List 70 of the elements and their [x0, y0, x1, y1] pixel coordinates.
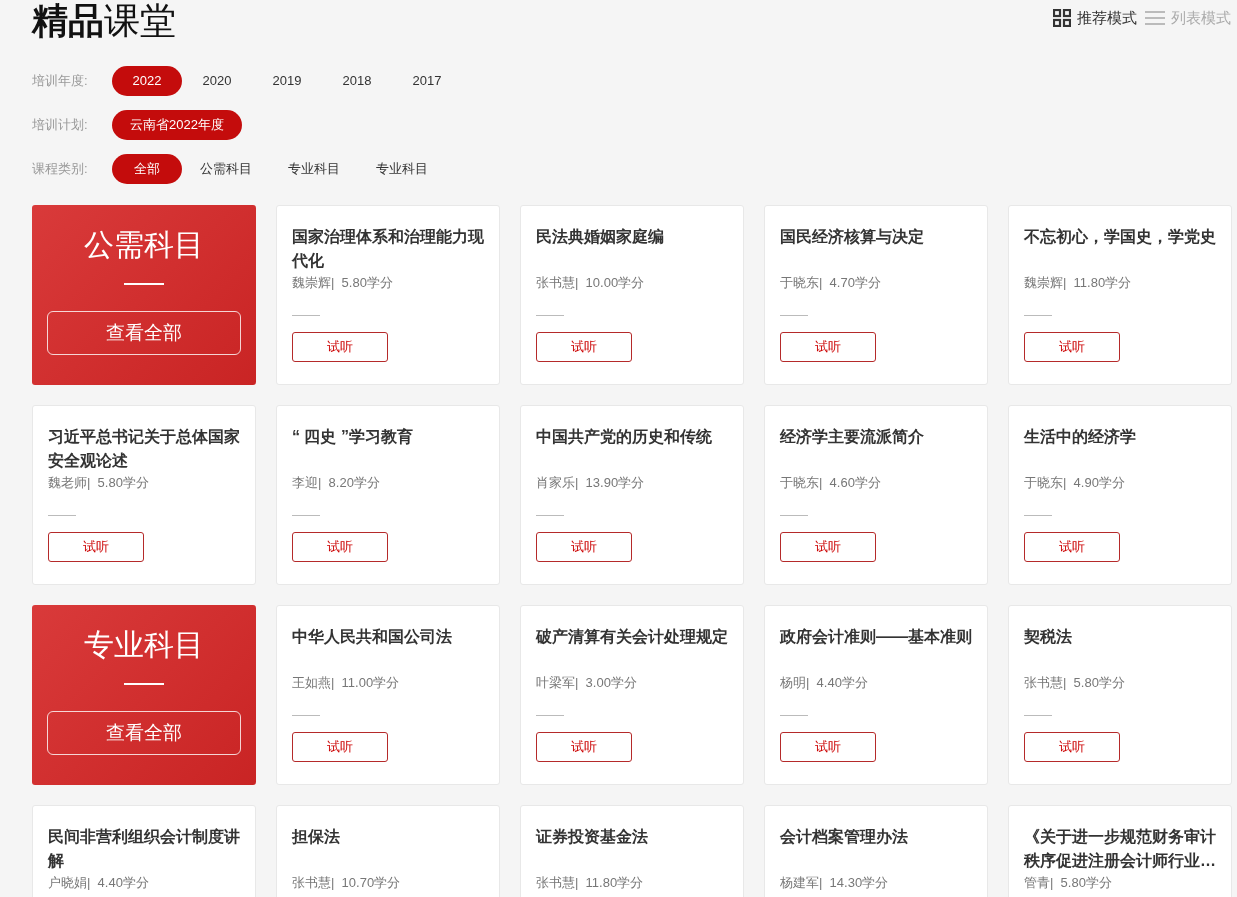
course-title: 习近平总书记关于总体国家安全观论述 — [48, 427, 240, 471]
course-title: 不忘初心，学国史，学党史 — [1024, 227, 1216, 247]
course-title: 中华人民共和国公司法 — [292, 627, 453, 647]
course-meta: 于晓东| 4.60学分 — [780, 475, 882, 491]
course-title: 会计档案管理办法 — [780, 827, 909, 847]
course-meta: 于晓东| 4.70学分 — [780, 275, 882, 291]
filter-label: 培训计划: — [32, 116, 89, 135]
trial-button[interactable]: 试听 — [536, 532, 632, 562]
category-title: 专业科目 — [84, 627, 204, 663]
trial-button[interactable]: 试听 — [780, 732, 876, 762]
course-title: 政府会计准则——基本准则 — [780, 627, 972, 647]
trial-button[interactable]: 试听 — [1024, 732, 1120, 762]
course-meta: 王如燕| 11.00学分 — [292, 675, 401, 691]
trial-button[interactable]: 试听 — [780, 332, 876, 362]
view-all-button[interactable]: 查看全部 — [47, 311, 241, 355]
course-meta: 张书慧| 5.80学分 — [1024, 675, 1126, 691]
filter-label: 培训年度: — [32, 72, 89, 91]
course-meta: 管青| 5.80学分 — [1024, 875, 1113, 891]
trial-button[interactable]: 试听 — [536, 732, 632, 762]
course-meta: 张书慧| 10.00学分 — [536, 275, 646, 291]
course-meta: 魏崇辉| 5.80学分 — [292, 275, 394, 291]
course-meta: 李迎| 8.20学分 — [292, 475, 381, 491]
course-title: 民法典婚姻家庭编 — [536, 227, 665, 247]
view-all-button[interactable]: 查看全部 — [47, 711, 241, 755]
course-title: 《关于进一步规范财务审计秩序促进注册会计师行业… — [1024, 827, 1216, 871]
course-meta: 杨建军| 14.30学分 — [780, 875, 890, 891]
course-meta: 魏崇辉| 11.80学分 — [1024, 275, 1133, 291]
course-meta: 肖家乐| 13.90学分 — [536, 475, 646, 491]
filter-option[interactable]: 全部 — [112, 154, 182, 184]
course-title: 国家治理体系和治理能力现代化 — [292, 227, 484, 271]
filter-option[interactable]: 2017 — [392, 66, 462, 96]
course-meta: 杨明| 4.40学分 — [780, 675, 869, 691]
grid-icon — [1053, 9, 1071, 27]
course-title: 契税法 — [1024, 627, 1073, 647]
course-title: 中国共产党的历史和传统 — [536, 427, 713, 447]
course-meta: 魏老师| 5.80学分 — [48, 475, 150, 491]
course-title: 担保法 — [292, 827, 341, 847]
trial-button[interactable]: 试听 — [292, 532, 388, 562]
trial-button[interactable]: 试听 — [1024, 332, 1120, 362]
list-icon — [1145, 10, 1165, 26]
course-title: 民间非营利组织会计制度讲解 — [48, 827, 240, 871]
filter-option[interactable]: 专业科目 — [270, 154, 358, 184]
trial-button[interactable]: 试听 — [1024, 532, 1120, 562]
trial-button[interactable]: 试听 — [536, 332, 632, 362]
filter-option[interactable]: 2019 — [252, 66, 322, 96]
trial-button[interactable]: 试听 — [48, 532, 144, 562]
page-title: 精品课堂 — [32, 1, 176, 41]
filter-option[interactable]: 公需科目 — [182, 154, 270, 184]
course-title: 证券投资基金法 — [536, 827, 649, 847]
view-mode-toggle[interactable]: 推荐模式 — [1053, 6, 1137, 30]
course-title: 经济学主要流派简介 — [780, 427, 925, 447]
filter-option[interactable]: 云南省2022年度 — [112, 110, 242, 140]
filter-option[interactable]: 2022 — [112, 66, 182, 96]
trial-button[interactable]: 试听 — [292, 332, 388, 362]
course-title: 生活中的经济学 — [1024, 427, 1137, 447]
filter-option[interactable]: 专业科目 — [358, 154, 446, 184]
course-meta: 叶梁军| 3.00学分 — [536, 675, 638, 691]
filter-label: 课程类别: — [32, 160, 89, 179]
course-title: “ 四史 ”学习教育 — [292, 427, 414, 447]
trial-button[interactable]: 试听 — [780, 532, 876, 562]
filter-option[interactable]: 2020 — [182, 66, 252, 96]
trial-button[interactable]: 试听 — [292, 732, 388, 762]
course-meta: 张书慧| 11.80学分 — [536, 875, 645, 891]
course-title: 破产清算有关会计处理规定 — [536, 627, 728, 647]
category-title: 公需科目 — [84, 227, 204, 263]
course-meta: 于晓东| 4.90学分 — [1024, 475, 1126, 491]
course-meta: 户晓娟| 4.40学分 — [48, 875, 150, 891]
course-title: 国民经济核算与决定 — [780, 227, 925, 247]
filter-option[interactable]: 2018 — [322, 66, 392, 96]
course-meta: 张书慧| 10.70学分 — [292, 875, 402, 891]
